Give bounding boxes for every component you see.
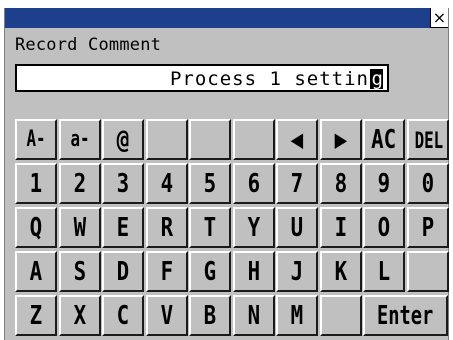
uppercase-mode-key[interactable]: A-Z bbox=[15, 119, 57, 190]
key-f[interactable]: F bbox=[146, 251, 188, 292]
key-label: C bbox=[116, 301, 130, 331]
cursor-left-key[interactable]: ◀ bbox=[276, 119, 318, 160]
key-label: DEL bbox=[414, 129, 444, 154]
key-d[interactable]: D bbox=[102, 251, 144, 292]
key-k[interactable]: K bbox=[320, 251, 362, 292]
key-label: J bbox=[290, 257, 304, 287]
key-label: 4 bbox=[160, 169, 174, 199]
blank-key[interactable] bbox=[146, 119, 188, 160]
key-label: Z bbox=[29, 301, 43, 331]
key-i[interactable]: I bbox=[320, 207, 362, 248]
key-label: 0 bbox=[421, 169, 435, 199]
key-v[interactable]: V bbox=[146, 295, 188, 336]
key-7[interactable]: 7 bbox=[276, 163, 318, 204]
key-label: I bbox=[334, 213, 348, 243]
key-label: @ bbox=[116, 125, 130, 155]
all-clear-key[interactable]: AC bbox=[363, 119, 405, 160]
key-label: 8 bbox=[334, 169, 348, 199]
key-label: U bbox=[290, 213, 304, 243]
record-comment-label: Record Comment bbox=[15, 35, 162, 55]
key-3[interactable]: 3 bbox=[102, 163, 144, 204]
key-label: T bbox=[203, 213, 217, 243]
key-w[interactable]: W bbox=[59, 207, 101, 248]
key-label: Y bbox=[247, 213, 261, 243]
key-1[interactable]: 1 bbox=[15, 163, 57, 204]
key-a[interactable]: A bbox=[15, 251, 57, 292]
key-x[interactable]: X bbox=[59, 295, 101, 336]
key-label: 3 bbox=[116, 169, 130, 199]
key-label: AC bbox=[371, 125, 397, 155]
key-label: S bbox=[73, 257, 87, 287]
key-label: N bbox=[247, 301, 261, 331]
key-n[interactable]: N bbox=[233, 295, 275, 336]
key-label: V bbox=[160, 301, 174, 331]
key-6[interactable]: 6 bbox=[233, 163, 275, 204]
key-label: A bbox=[29, 257, 43, 287]
key-0[interactable]: 0 bbox=[407, 163, 449, 204]
key-g[interactable]: G bbox=[189, 251, 231, 292]
key-u[interactable]: U bbox=[276, 207, 318, 248]
key-label: 2 bbox=[73, 169, 87, 199]
on-screen-keyboard: A-Za-z @ ◀ ▶ AC DEL 1234567890 QWERTYUIOP ASDFGH… bbox=[15, 119, 450, 340]
key-4[interactable]: 4 bbox=[146, 163, 188, 204]
key-label: E bbox=[116, 213, 130, 243]
title-bar: × bbox=[5, 8, 448, 28]
key-label: ▶ bbox=[334, 125, 348, 155]
at-key[interactable]: @ bbox=[102, 119, 144, 160]
key-2[interactable]: 2 bbox=[59, 163, 101, 204]
key-label: O bbox=[377, 213, 391, 243]
blank-key[interactable] bbox=[407, 251, 449, 292]
key-label: 1 bbox=[29, 169, 43, 199]
key-m[interactable]: M bbox=[276, 295, 318, 336]
key-r[interactable]: R bbox=[146, 207, 188, 248]
record-comment-window: × Record Comment Process 1 settin g A-Za… bbox=[4, 8, 449, 340]
comment-input-field[interactable]: Process 1 settin g bbox=[15, 64, 389, 92]
lowercase-mode-key[interactable]: a-z bbox=[59, 119, 101, 190]
key-label: M bbox=[290, 301, 304, 331]
key-label: P bbox=[421, 213, 435, 243]
key-j[interactable]: J bbox=[276, 251, 318, 292]
key-label: R bbox=[160, 213, 174, 243]
key-label: K bbox=[334, 257, 348, 287]
key-e[interactable]: E bbox=[102, 207, 144, 248]
key-label: B bbox=[203, 301, 217, 331]
key-label: 6 bbox=[247, 169, 261, 199]
delete-key[interactable]: DEL bbox=[407, 119, 449, 160]
comment-input-value: Process 1 settin bbox=[169, 68, 369, 90]
key-label: Enter bbox=[377, 301, 434, 331]
blank-key[interactable] bbox=[189, 119, 231, 160]
key-label: 7 bbox=[290, 169, 304, 199]
key-5[interactable]: 5 bbox=[189, 163, 231, 204]
key-label: H bbox=[247, 257, 261, 287]
key-y[interactable]: Y bbox=[233, 207, 275, 248]
key-b[interactable]: B bbox=[189, 295, 231, 336]
blank-key[interactable] bbox=[233, 119, 275, 160]
key-label: 9 bbox=[377, 169, 391, 199]
cursor-right-key[interactable]: ▶ bbox=[320, 119, 362, 160]
key-p[interactable]: P bbox=[407, 207, 449, 248]
key-c[interactable]: C bbox=[102, 295, 144, 336]
key-9[interactable]: 9 bbox=[363, 163, 405, 204]
caret-character: g bbox=[371, 68, 383, 90]
key-label: D bbox=[116, 257, 130, 287]
key-o[interactable]: O bbox=[363, 207, 405, 248]
key-label: G bbox=[203, 257, 217, 287]
key-label: F bbox=[160, 257, 174, 287]
blank-key[interactable] bbox=[320, 295, 362, 336]
key-label: X bbox=[73, 301, 87, 331]
key-t[interactable]: T bbox=[189, 207, 231, 248]
key-label: W bbox=[73, 213, 87, 243]
close-button[interactable]: × bbox=[430, 8, 448, 28]
key-label: ◀ bbox=[290, 125, 304, 155]
key-l[interactable]: L bbox=[363, 251, 405, 292]
enter-key[interactable]: Enter bbox=[363, 295, 448, 336]
key-h[interactable]: H bbox=[233, 251, 275, 292]
key-q[interactable]: Q bbox=[15, 207, 57, 248]
key-s[interactable]: S bbox=[59, 251, 101, 292]
key-8[interactable]: 8 bbox=[320, 163, 362, 204]
key-z[interactable]: Z bbox=[15, 295, 57, 336]
key-label: 5 bbox=[203, 169, 217, 199]
key-label: L bbox=[377, 257, 391, 287]
key-label: Q bbox=[29, 213, 43, 243]
